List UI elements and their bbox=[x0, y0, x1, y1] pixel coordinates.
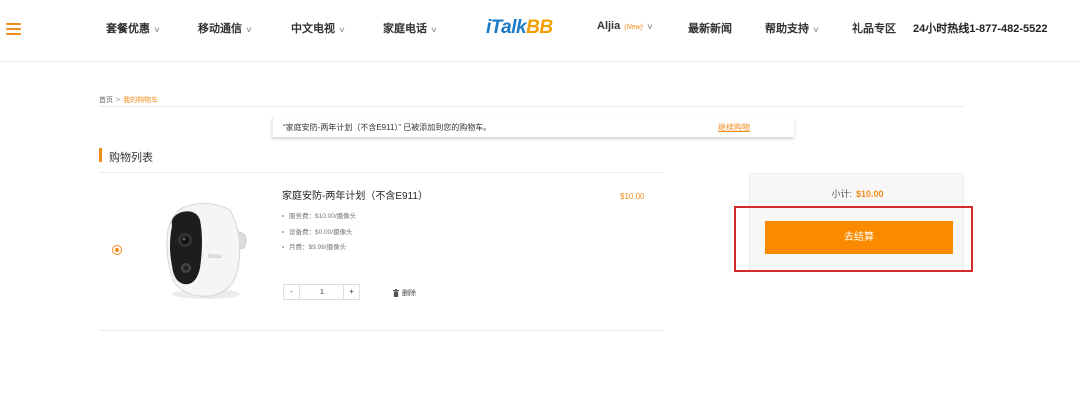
chevron-down-icon: ∨ bbox=[430, 25, 438, 34]
continue-shopping-link[interactable]: 继续购物 bbox=[718, 122, 750, 133]
section-accent-bar bbox=[99, 148, 102, 162]
hotline: 24小时热线1-877-482-5522 bbox=[913, 23, 1048, 35]
checkout-button[interactable]: 去结算 bbox=[765, 221, 953, 254]
nav-news[interactable]: 最新新闻 bbox=[688, 20, 732, 36]
nav-aljia-label: Aljia bbox=[597, 20, 621, 32]
menu-icon[interactable] bbox=[6, 23, 21, 36]
spec-monthly-fee: 月费：$9.99/摄像头 bbox=[282, 241, 346, 251]
cart-list-title: 购物列表 bbox=[109, 152, 153, 164]
divider bbox=[99, 106, 964, 107]
divider bbox=[99, 172, 664, 173]
breadcrumb-current: 我的购物车 bbox=[123, 97, 159, 104]
nav-help-label: 帮助支持 bbox=[765, 23, 809, 35]
notice-text: “家庭安防-两年计划（不含E911）” 已被添加到您的购物车。 bbox=[283, 123, 492, 132]
nav-packages-label: 套餐优惠 bbox=[106, 23, 150, 35]
chevron-down-icon: ∨ bbox=[646, 22, 654, 31]
nav-tv[interactable]: 中文电视 ∨ bbox=[291, 20, 346, 36]
logo-part1: iTalk bbox=[486, 17, 527, 38]
new-badge: (New) bbox=[624, 24, 643, 31]
nav-help[interactable]: 帮助支持 ∨ bbox=[765, 20, 820, 36]
logo-part2: BB bbox=[526, 17, 553, 38]
added-to-cart-notice: “家庭安防-两年计划（不含E911）” 已被添加到您的购物车。 继续购物 bbox=[272, 117, 794, 137]
trash-icon bbox=[393, 289, 399, 298]
breadcrumb-home[interactable]: 首页 bbox=[99, 97, 113, 104]
nav-tv-label: 中文电视 bbox=[291, 23, 335, 35]
decrease-button[interactable]: - bbox=[284, 285, 300, 299]
delete-button[interactable]: 删除 bbox=[393, 288, 416, 298]
nav-packages[interactable]: 套餐优惠 ∨ bbox=[106, 20, 161, 36]
chevron-down-icon: ∨ bbox=[153, 25, 161, 34]
breadcrumb: 首页 > 我的购物车 bbox=[99, 95, 158, 105]
spec-service-fee: 服务费：$10.00/摄像头 bbox=[282, 210, 356, 220]
chevron-down-icon: ∨ bbox=[338, 25, 346, 34]
italkbb-logo[interactable]: iTalkBB bbox=[486, 17, 553, 39]
delete-label: 删除 bbox=[402, 290, 416, 297]
product-name[interactable]: 家庭安防-两年计划（不含E911） bbox=[282, 187, 428, 202]
quantity-stepper: - + bbox=[283, 284, 360, 300]
subtotal-label: 小计: bbox=[831, 189, 852, 199]
nav-aljia[interactable]: Aljia (New) ∨ bbox=[597, 20, 654, 32]
product-price: $10.00 bbox=[620, 192, 645, 201]
nav-home-phone-label: 家庭电话 bbox=[383, 23, 427, 35]
chevron-down-icon: ∨ bbox=[812, 25, 820, 34]
site-header: 套餐优惠 ∨ 移动通信 ∨ 中文电视 ∨ 家庭电话 ∨ iTalkBB Aljia (Ne… bbox=[0, 0, 1080, 62]
camera-product-image: imou bbox=[166, 203, 247, 299]
nav-mobile-label: 移动通信 bbox=[198, 23, 242, 35]
increase-button[interactable]: + bbox=[343, 285, 359, 299]
nav-gifts[interactable]: 礼品专区 bbox=[852, 20, 896, 36]
nav-home-phone[interactable]: 家庭电话 ∨ bbox=[383, 20, 438, 36]
spec-device-fee: 设备费：$0.00/摄像头 bbox=[282, 226, 353, 236]
subtotal-value: $10.00 bbox=[855, 189, 884, 199]
subtotal: 小计: $10.00 bbox=[750, 187, 965, 200]
breadcrumb-separator: > bbox=[116, 97, 121, 104]
quantity-input[interactable] bbox=[301, 285, 343, 299]
chevron-down-icon: ∨ bbox=[245, 25, 253, 34]
nav-mobile[interactable]: 移动通信 ∨ bbox=[198, 20, 253, 36]
item-select-radio[interactable] bbox=[112, 245, 122, 255]
camera-brand-text: imou bbox=[208, 254, 221, 260]
divider bbox=[99, 330, 664, 331]
